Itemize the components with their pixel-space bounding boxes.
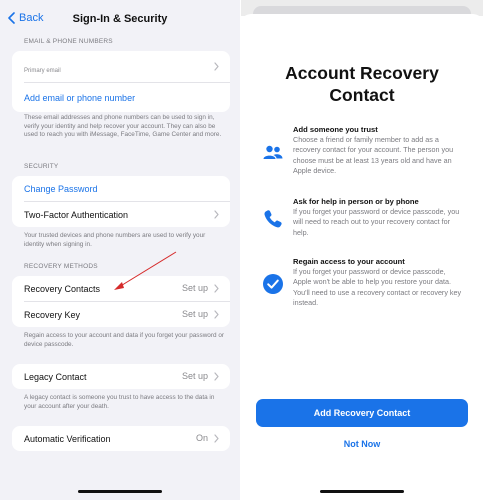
chevron-right-icon <box>214 210 219 219</box>
page-title: Sign-In & Security <box>72 13 168 25</box>
auto-verification-value: On <box>195 433 208 443</box>
email-section-header: EMAIL & PHONE NUMBERS <box>24 38 113 45</box>
account-recovery-sheet-screen: Account Recovery Contact Add someone you… <box>241 0 483 500</box>
security-section-header: SECURITY <box>24 163 59 170</box>
legacy-contact-row[interactable]: Legacy Contact Set up <box>12 364 230 389</box>
feature-body: Choose a friend or family member to add … <box>293 135 454 176</box>
recovery-contacts-label: Recovery Contacts <box>24 283 101 294</box>
legacy-card: Legacy Contact Set up <box>12 364 230 389</box>
recovery-key-value: Set up <box>181 309 208 319</box>
recovery-section-header: RECOVERY METHODS <box>24 263 98 270</box>
auto-verification-label: Automatic Verification <box>24 433 111 444</box>
feature-heading: Regain access to your account <box>293 257 405 266</box>
home-indicator <box>78 490 162 493</box>
two-factor-row[interactable]: Two-Factor Authentication <box>12 202 230 227</box>
chevron-right-icon <box>214 62 219 71</box>
settings-screen: Back Sign-In & Security EMAIL & PHONE NU… <box>0 0 240 500</box>
security-card: Change Password Two-Factor Authenticatio… <box>12 176 230 227</box>
chevron-right-icon <box>214 310 219 319</box>
recovery-section-footer: Regain access to your account and data i… <box>24 332 224 348</box>
legacy-contact-value: Set up <box>181 371 208 381</box>
feature-heading: Ask for help in person or by phone <box>293 197 419 206</box>
checkmark-circle-icon <box>263 274 283 294</box>
feature-heading: Add someone you trust <box>293 125 378 134</box>
add-email-or-phone-link[interactable]: Add email or phone number <box>12 83 230 112</box>
recovery-key-label: Recovery Key <box>24 309 81 320</box>
sheet-title: Account Recovery Contact <box>285 63 439 105</box>
primary-email-row[interactable]: Primary email <box>12 51 230 82</box>
add-recovery-contact-button[interactable]: Add Recovery Contact <box>256 399 468 427</box>
auto-verification-card: Automatic Verification On <box>12 426 230 451</box>
primary-email-label: Primary email <box>24 67 61 74</box>
chevron-right-icon <box>214 434 219 443</box>
email-section-footer: These email addresses and phone numbers … <box>24 114 222 139</box>
phone-icon <box>264 210 282 228</box>
legacy-contact-label: Legacy Contact <box>24 371 87 382</box>
feature-body: If you forget your password or device pa… <box>293 267 462 308</box>
auto-verification-row[interactable]: Automatic Verification On <box>12 426 230 451</box>
legacy-section-footer: A legacy contact is someone you trust to… <box>24 394 215 410</box>
two-factor-label: Two-Factor Authentication <box>24 209 129 220</box>
recovery-card: Recovery Contacts Set up Recovery Key Se… <box>12 276 230 327</box>
chevron-right-icon <box>214 284 219 293</box>
feature-body: If you forget your password or device pa… <box>293 207 460 237</box>
home-indicator <box>320 490 404 493</box>
email-card: Primary email Add email or phone number <box>12 51 230 112</box>
not-now-button[interactable]: Not Now <box>241 439 483 449</box>
security-section-footer: Your trusted devices and phone numbers a… <box>24 232 206 248</box>
recovery-contacts-row[interactable]: Recovery Contacts Set up <box>12 276 230 301</box>
recovery-contacts-value: Set up <box>181 283 208 293</box>
navigation-bar: Back Sign-In & Security <box>0 10 240 30</box>
chevron-right-icon <box>214 372 219 381</box>
change-password-link[interactable]: Change Password <box>12 176 230 201</box>
people-icon <box>263 145 283 159</box>
recovery-key-row[interactable]: Recovery Key Set up <box>12 302 230 327</box>
modal-sheet: Account Recovery Contact Add someone you… <box>241 14 483 500</box>
